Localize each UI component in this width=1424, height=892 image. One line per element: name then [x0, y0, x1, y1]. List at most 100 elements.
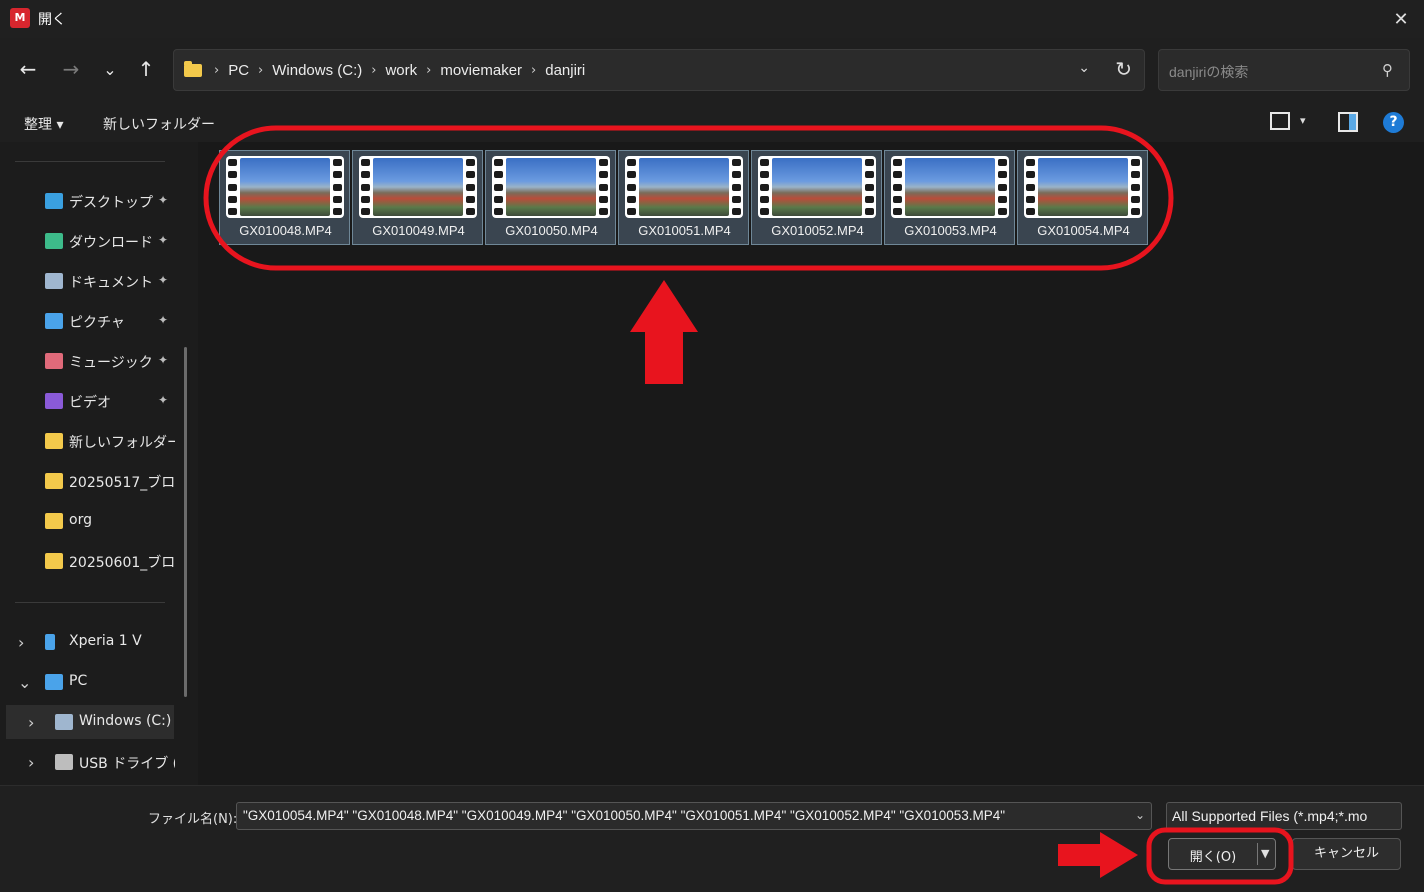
- breadcrumb-moviemaker[interactable]: moviemaker: [440, 62, 522, 79]
- file-type-select[interactable]: All Supported Files (*.mp4;*.mo: [1166, 802, 1402, 830]
- view-mode-icon[interactable]: [1270, 112, 1290, 130]
- up-button[interactable]: ↑: [131, 54, 161, 84]
- filename-label: ファイル名(N):: [148, 812, 238, 827]
- pin-icon: ✦: [158, 393, 169, 407]
- chevron-right-icon: ›: [426, 62, 432, 78]
- sidebar-device-item[interactable]: › Windows (C:): [6, 705, 174, 739]
- file-name: GX010049.MP4: [372, 223, 465, 238]
- file-item[interactable]: GX010050.MP4: [485, 150, 616, 245]
- help-icon[interactable]: ?: [1383, 112, 1404, 133]
- folder-icon: [45, 513, 63, 529]
- expand-chevron-icon[interactable]: ›: [28, 713, 34, 732]
- sidebar-device-label: USB ドライブ (D:: [79, 756, 175, 772]
- file-list: GX010048.MP4 GX010049.MP4 GX010050.MP4 GX01…: [200, 142, 1424, 785]
- close-icon: ✕: [1393, 8, 1409, 30]
- search-placeholder: danjiriの検索: [1169, 64, 1249, 80]
- open-button[interactable]: 開く(O) ▼: [1168, 838, 1276, 870]
- sidebar-item[interactable]: ミュージック ✦: [0, 344, 198, 378]
- back-button[interactable]: ←: [13, 54, 43, 84]
- window-title: 開く: [38, 12, 66, 28]
- address-history-dropdown-icon[interactable]: ⌄: [1078, 60, 1090, 76]
- sidebar-scrollbar[interactable]: [184, 347, 187, 697]
- file-item[interactable]: GX010053.MP4: [884, 150, 1015, 245]
- document-icon: [45, 273, 63, 289]
- sidebar-item-label: 新しいフォルダー: [69, 435, 175, 451]
- app-icon: M: [10, 8, 30, 28]
- expand-chevron-icon[interactable]: ›: [28, 753, 34, 772]
- sidebar-item[interactable]: ピクチャ ✦: [0, 304, 198, 338]
- file-name: GX010054.MP4: [1037, 223, 1130, 238]
- search-icon: ⚲: [1382, 61, 1393, 79]
- forward-arrow-icon: →: [62, 57, 80, 81]
- expand-chevron-icon[interactable]: ⌄: [18, 673, 31, 692]
- address-bar[interactable]: › PC › Windows (C:) › work › moviemaker …: [173, 49, 1145, 91]
- refresh-icon[interactable]: ↻: [1115, 57, 1132, 81]
- chevron-right-icon: ›: [531, 62, 537, 78]
- file-name: GX010048.MP4: [239, 223, 332, 238]
- sidebar-item[interactable]: ダウンロード ✦: [0, 224, 198, 258]
- video-thumbnail: [506, 158, 596, 216]
- sidebar-item[interactable]: 新しいフォルダー: [0, 424, 198, 458]
- breadcrumb-windows-c[interactable]: Windows (C:): [272, 62, 362, 79]
- open-options-dropdown-icon[interactable]: ▼: [1261, 847, 1269, 860]
- sidebar-divider: [15, 161, 165, 162]
- filename-input[interactable]: "GX010054.MP4" "GX010048.MP4" "GX010049.…: [236, 802, 1152, 830]
- navigation-bar: ← → ⌄ ↑ › PC › Windows (C:) › work › mov…: [0, 38, 1424, 102]
- file-name: GX010051.MP4: [638, 223, 731, 238]
- video-thumbnail: [639, 158, 729, 216]
- pin-icon: ✦: [158, 313, 169, 327]
- file-item[interactable]: GX010051.MP4: [618, 150, 749, 245]
- preview-pane-icon[interactable]: [1338, 112, 1358, 132]
- sidebar-item[interactable]: ドキュメント ✦: [0, 264, 198, 298]
- cancel-button[interactable]: キャンセル: [1292, 838, 1401, 870]
- breadcrumb-pc[interactable]: PC: [228, 62, 249, 79]
- organize-menu-button[interactable]: 整理 ▾: [24, 114, 63, 134]
- open-button-label: 開く(O): [1189, 850, 1237, 865]
- file-item[interactable]: GX010049.MP4: [352, 150, 483, 245]
- desktop-icon: [45, 193, 63, 209]
- sidebar-device-item[interactable]: ⌄ PC: [0, 665, 198, 699]
- dialog-footer: ファイル名(N): "GX010054.MP4" "GX010048.MP4" …: [0, 785, 1424, 892]
- file-item[interactable]: GX010052.MP4: [751, 150, 882, 245]
- new-folder-button[interactable]: 新しいフォルダー: [103, 114, 215, 134]
- chevron-right-icon: ›: [214, 62, 220, 78]
- file-name: GX010052.MP4: [771, 223, 864, 238]
- file-name: GX010050.MP4: [505, 223, 598, 238]
- chevron-down-icon[interactable]: ⌄: [1135, 808, 1145, 822]
- sidebar-device-item[interactable]: › Xperia 1 V: [0, 625, 198, 659]
- video-thumbnail: [240, 158, 330, 216]
- sidebar-item-label: org: [69, 512, 92, 528]
- video-file-icon: [891, 156, 1009, 218]
- chevron-right-icon: ›: [371, 62, 377, 78]
- search-input[interactable]: danjiriの検索 ⚲: [1158, 49, 1410, 91]
- sidebar-device-label: PC: [69, 673, 88, 689]
- sidebar-item[interactable]: 20250601_ブログ画: [0, 544, 198, 578]
- forward-button[interactable]: →: [56, 54, 86, 84]
- sidebar-item[interactable]: デスクトップ ✦: [0, 184, 198, 218]
- view-options-dropdown-icon[interactable]: ▾: [1300, 114, 1306, 127]
- title-bar: M 開く ✕: [0, 0, 1424, 38]
- video-thumbnail: [905, 158, 995, 216]
- video-thumbnail: [1038, 158, 1128, 216]
- folder-icon: [45, 553, 63, 569]
- pin-icon: ✦: [158, 273, 169, 287]
- video-file-icon: [625, 156, 743, 218]
- pin-icon: ✦: [158, 193, 169, 207]
- file-item[interactable]: GX010048.MP4: [219, 150, 350, 245]
- music-icon: [45, 353, 63, 369]
- usb-drive-icon: [55, 754, 73, 770]
- pin-icon: ✦: [158, 233, 169, 247]
- up-arrow-icon: ↑: [137, 57, 155, 81]
- close-button[interactable]: ✕: [1378, 0, 1424, 38]
- sidebar-item[interactable]: org: [0, 504, 198, 538]
- video-file-icon: [226, 156, 344, 218]
- sidebar-item[interactable]: ビデオ ✦: [0, 384, 198, 418]
- file-name: GX010053.MP4: [904, 223, 997, 238]
- recent-locations-button[interactable]: ⌄: [95, 54, 125, 84]
- expand-chevron-icon[interactable]: ›: [18, 633, 24, 652]
- breadcrumb-work[interactable]: work: [385, 62, 417, 79]
- sidebar-item[interactable]: 20250517_ブログ画: [0, 464, 198, 498]
- sidebar-device-item[interactable]: › USB ドライブ (D:: [0, 745, 198, 779]
- file-item[interactable]: GX010054.MP4: [1017, 150, 1148, 245]
- breadcrumb-danjiri[interactable]: danjiri: [545, 62, 585, 79]
